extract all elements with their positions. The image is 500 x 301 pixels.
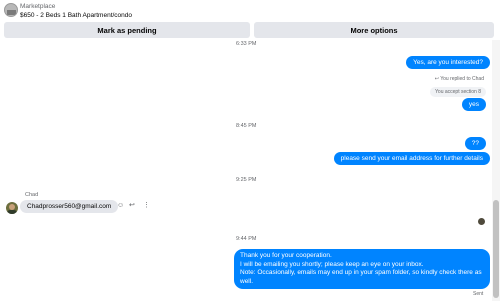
more-options-button[interactable]: More options [254, 22, 494, 38]
marketplace-label: Marketplace [20, 3, 56, 10]
listing-thumbnail[interactable] [4, 3, 18, 17]
sender-name: Chad [25, 192, 39, 198]
seen-avatar [478, 218, 485, 225]
reply-context-label: ↩ You replied to Chad [435, 76, 484, 82]
conversation-thread[interactable]: 6:33 PM Yes, are you interested? ↩ You r… [0, 40, 492, 301]
reply-context-text: You replied to Chad [440, 76, 484, 82]
message-line: Thank you for your cooperation. [240, 252, 332, 259]
message-bubble-outgoing[interactable]: yes [461, 98, 486, 111]
marketplace-header: Marketplace $650 - 2 Beds 1 Bath Apartme… [0, 0, 500, 40]
emoji-react-icon[interactable]: ☺ [117, 202, 124, 210]
reply-icon[interactable]: ↩ [129, 202, 135, 210]
mark-as-pending-button[interactable]: Mark as pending [4, 22, 250, 38]
message-line: I will be emailing you shortly; please k… [240, 260, 424, 268]
message-bubble-outgoing[interactable]: ?? [464, 137, 486, 150]
timestamp: 8:45 PM [236, 123, 257, 129]
quoted-message[interactable]: You accept section 8 [430, 87, 486, 97]
sent-status: Sent [473, 291, 484, 297]
scrollbar-thumb[interactable] [493, 200, 499, 298]
message-line: Note: Occasionally, emails may end up in… [240, 269, 482, 285]
message-bubble-outgoing[interactable]: Thank you for your cooperation. I will b… [234, 249, 490, 289]
timestamp: 9:44 PM [236, 236, 257, 242]
reply-small-icon: ↩ [434, 76, 439, 82]
listing-title[interactable]: $650 - 2 Beds 1 Bath Apartment/condo [20, 12, 132, 19]
message-bubble-incoming[interactable]: Chadprosser560@gmail.com [20, 200, 119, 213]
chad-avatar[interactable] [6, 202, 18, 214]
timestamp: 6:33 PM [236, 41, 257, 47]
timestamp: 9:25 PM [236, 177, 257, 183]
scrollbar-track[interactable] [492, 40, 500, 301]
message-bubble-outgoing[interactable]: please send your email address for furth… [333, 152, 490, 165]
message-bubble-outgoing[interactable]: Yes, are you interested? [406, 56, 490, 69]
more-actions-icon[interactable]: ⋮ [143, 202, 150, 210]
